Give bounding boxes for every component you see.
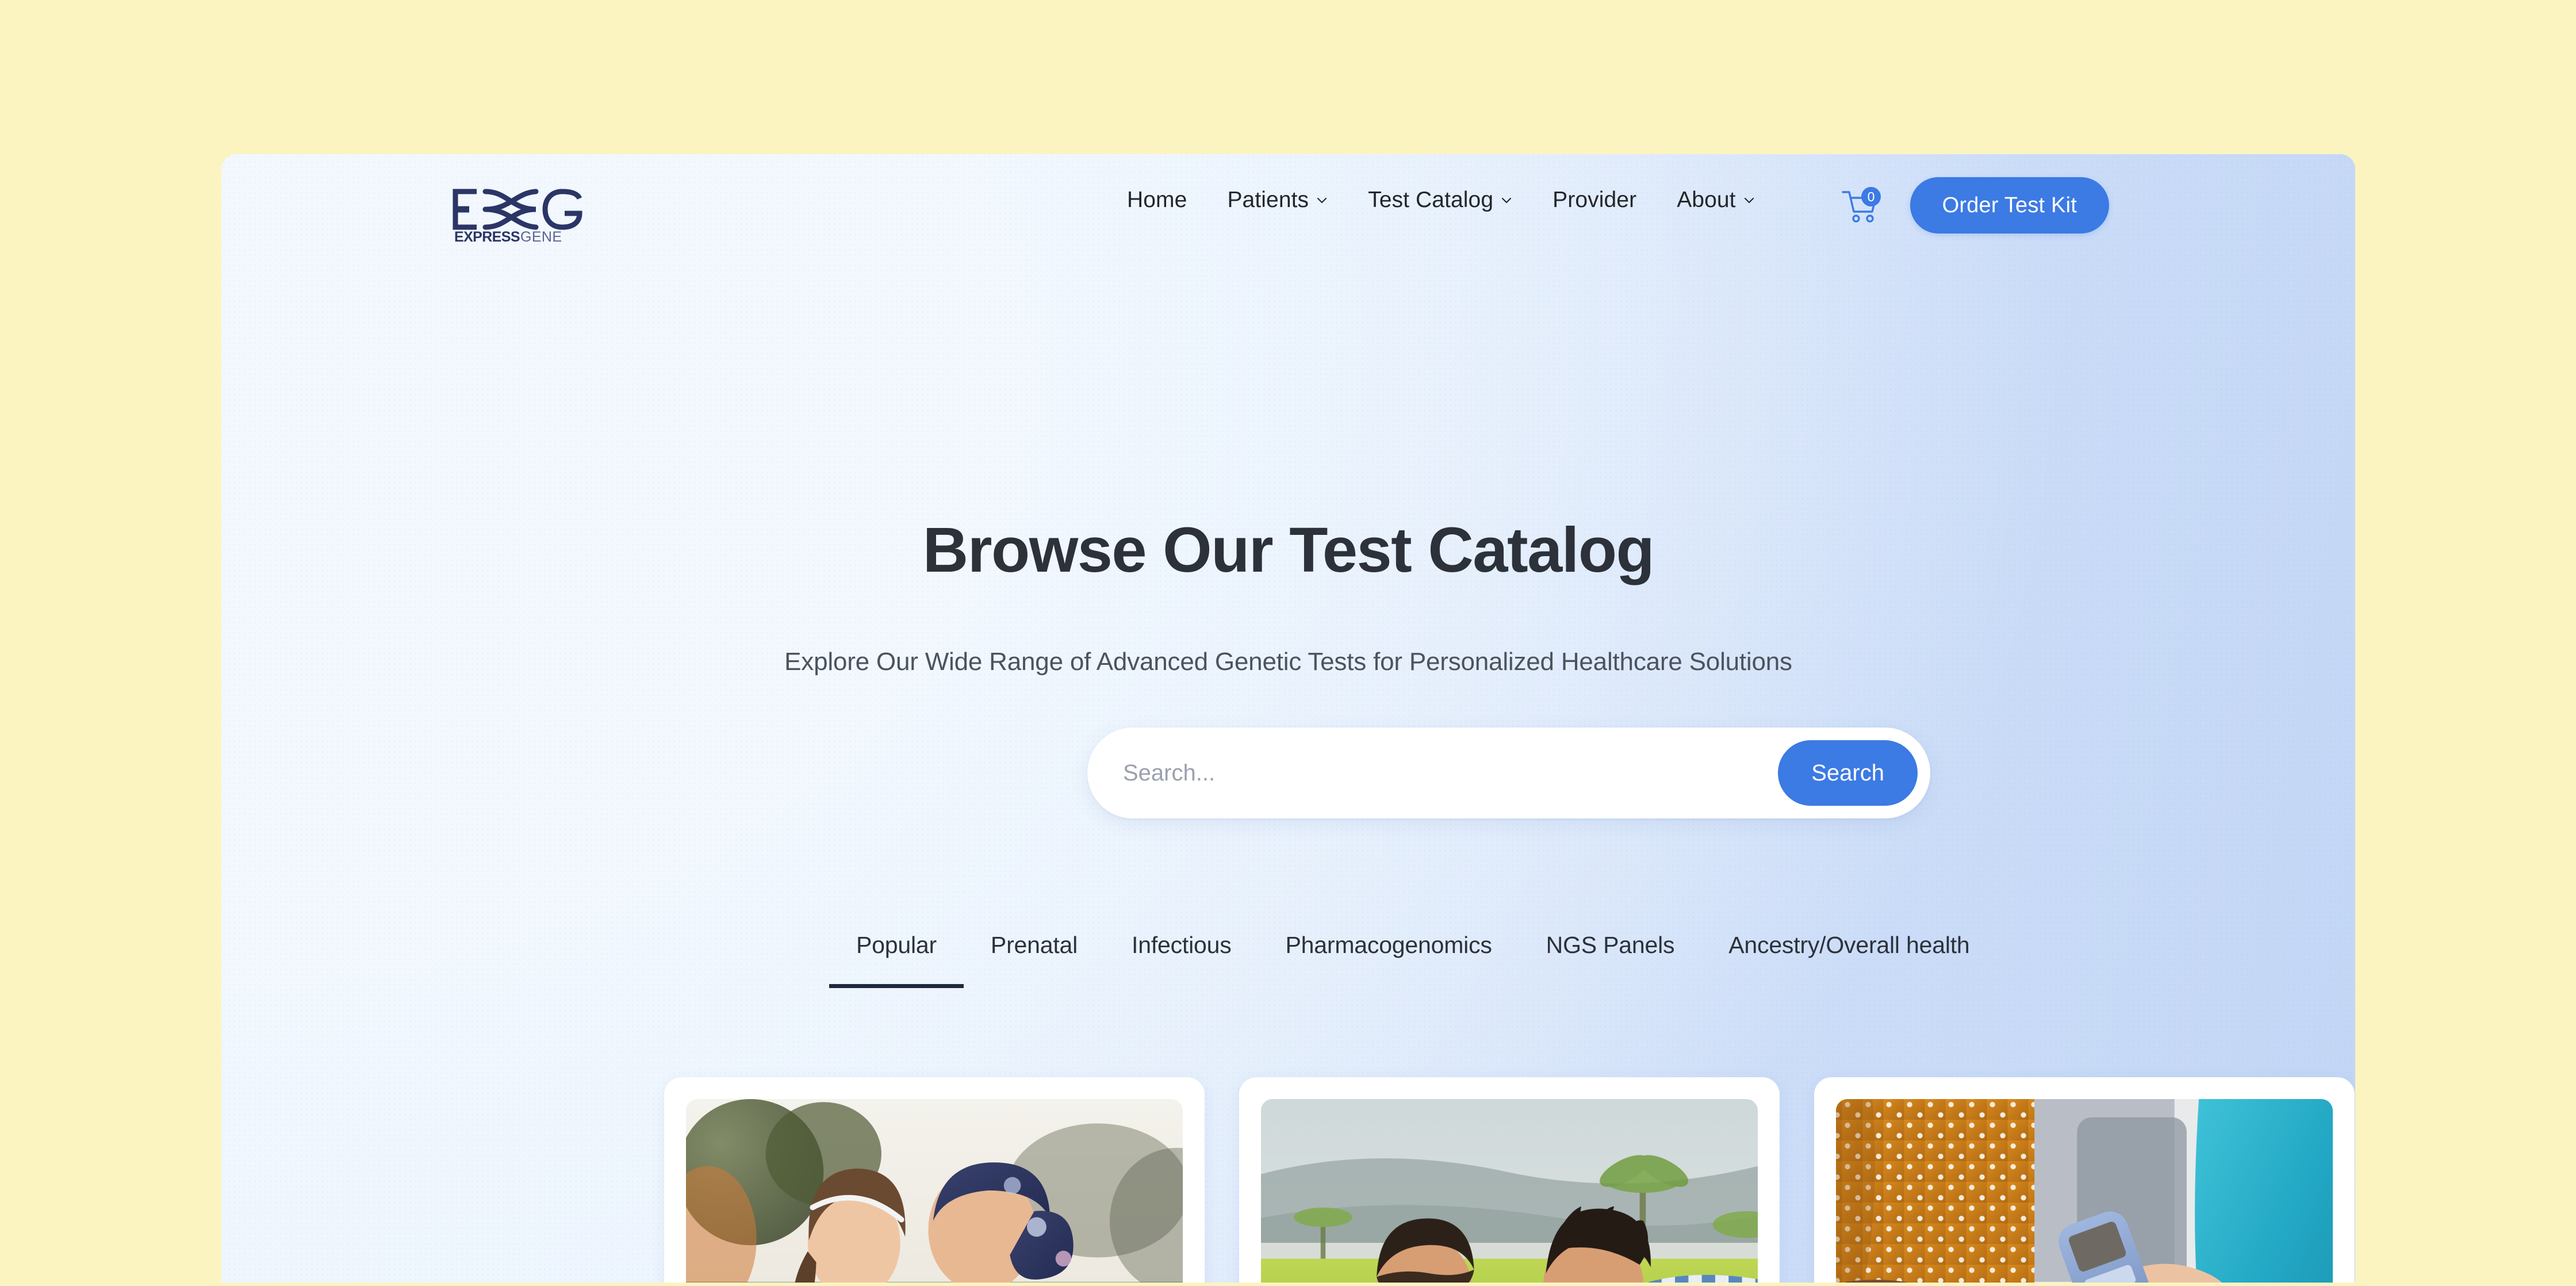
tab-pharmacogenomics[interactable]: Pharmacogenomics (1259, 932, 1519, 988)
page-frame: EXPRESS GENE Home Patients Test Catalog … (0, 0, 2576, 1286)
tab-label: Infectious (1132, 932, 1232, 958)
tab-ngs-panels[interactable]: NGS Panels (1519, 932, 1702, 988)
header-actions: 0 Order Test Kit (1841, 177, 2109, 234)
tab-ancestry-overall-health[interactable]: Ancestry/Overall health (1701, 932, 1996, 988)
card-image (1261, 1099, 1758, 1283)
page-title: Browse Our Test Catalog (922, 515, 1655, 585)
card-diabetes[interactable] (1814, 1077, 2355, 1283)
nav-item-patients[interactable]: Patients (1207, 187, 1348, 213)
card-oncology[interactable] (664, 1077, 1205, 1283)
tab-popular[interactable]: Popular (829, 932, 964, 988)
search-input[interactable] (1123, 728, 1778, 818)
card-image (686, 1099, 1183, 1283)
tab-infectious[interactable]: Infectious (1105, 932, 1259, 988)
tab-label: Ancestry/Overall health (1728, 932, 1970, 958)
card-oncology-photo (686, 1099, 1183, 1283)
order-test-kit-button[interactable]: Order Test Kit (1910, 177, 2109, 234)
logo-wordmark-light: GENE (520, 229, 562, 243)
nav-label: Test Catalog (1368, 187, 1494, 212)
nav-label: Home (1127, 187, 1187, 212)
test-card-grid (664, 1077, 2355, 1283)
tab-label: Pharmacogenomics (1285, 932, 1492, 958)
search-bar: Search (1087, 728, 1930, 818)
logo-wordmark-bold: EXPRESS (454, 229, 520, 243)
shopping-cart-icon: 0 (1841, 187, 1881, 223)
card-diabetes-photo (1836, 1099, 2333, 1283)
logo-svg: EXPRESS GENE (453, 189, 582, 245)
main-navigation: Home Patients Test Catalog Provider Abou… (1107, 184, 1775, 216)
card-pediatric[interactable] (1239, 1077, 1780, 1283)
nav-item-about[interactable]: About (1657, 187, 1774, 213)
cart-button[interactable]: 0 (1841, 186, 1883, 224)
page-subtitle: Explore Our Wide Range of Advanced Genet… (784, 648, 1792, 676)
chevron-down-icon (1316, 194, 1328, 206)
category-tabs: Popular Prenatal Infectious Pharmacogeno… (829, 932, 1997, 988)
site-header: EXPRESS GENE Home Patients Test Catalog … (221, 154, 2355, 245)
nav-label: About (1677, 187, 1736, 212)
card-pediatric-photo (1261, 1099, 1758, 1283)
tab-prenatal[interactable]: Prenatal (964, 932, 1105, 988)
order-test-kit-label: Order Test Kit (1942, 193, 2077, 217)
nav-item-provider[interactable]: Provider (1532, 187, 1657, 213)
chevron-down-icon (1501, 194, 1512, 206)
tab-label: Prenatal (990, 932, 1078, 958)
chevron-down-icon (1743, 194, 1755, 206)
nav-label: Provider (1552, 187, 1637, 212)
expressgene-logo[interactable]: EXPRESS GENE (450, 186, 585, 245)
search-button[interactable]: Search (1778, 740, 1918, 806)
tab-label: NGS Panels (1546, 932, 1675, 958)
tab-label: Popular (856, 932, 937, 958)
browser-viewport: EXPRESS GENE Home Patients Test Catalog … (221, 154, 2355, 1283)
cart-badge-count: 0 (1867, 189, 1874, 204)
card-image (1836, 1099, 2333, 1283)
nav-item-test-catalog[interactable]: Test Catalog (1348, 187, 1532, 213)
nav-label: Patients (1227, 187, 1309, 212)
nav-item-home[interactable]: Home (1107, 187, 1207, 213)
